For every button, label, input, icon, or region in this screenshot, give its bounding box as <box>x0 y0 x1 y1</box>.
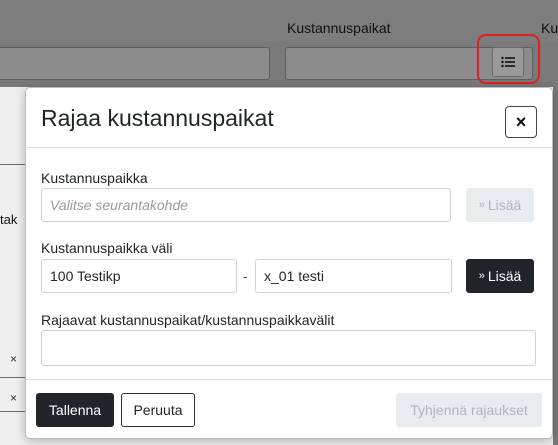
column-header-cost-centers: Kustannuspaikat <box>287 20 391 36</box>
add-cost-center-button[interactable]: » Lisää <box>466 188 534 222</box>
save-button[interactable]: Tallenna <box>36 393 114 427</box>
background-strip <box>553 87 558 445</box>
chevron-double-down-icon: » <box>478 269 485 282</box>
cost-center-range-label: Kustannuspaikka väli <box>41 240 173 256</box>
add-button-label: Lisää <box>487 268 522 284</box>
cost-center-label: Kustannuspaikka <box>41 170 148 186</box>
cost-center-input[interactable] <box>41 188 451 222</box>
divider <box>0 164 27 165</box>
table-header-row <box>0 0 558 42</box>
clear-filters-label: Tyhjennä rajaukset <box>410 402 528 418</box>
divider <box>0 377 27 378</box>
close-icon: × <box>515 111 527 132</box>
filter-cost-centers-modal: Rajaa kustannuspaikat × Kustannuspaikka … <box>25 87 553 439</box>
remove-icon[interactable]: × <box>10 352 17 366</box>
close-button[interactable]: × <box>505 106 537 138</box>
modal-title: Rajaa kustannuspaikat <box>41 105 274 131</box>
selected-cost-centers-field[interactable] <box>41 330 536 366</box>
selected-cost-centers-label: Rajaavat kustannuspaikat/kustannuspaikka… <box>41 312 335 328</box>
add-button-label: Lisää <box>487 197 522 213</box>
chevron-double-down-icon: » <box>478 198 485 211</box>
range-from-input[interactable] <box>41 259 237 293</box>
filter-input-left[interactable] <box>0 47 270 80</box>
cancel-button[interactable]: Peruuta <box>121 393 195 427</box>
highlight-box <box>477 34 540 84</box>
save-button-label: Tallenna <box>48 402 102 418</box>
modal-footer: Tallenna Peruuta Tyhjennä rajaukset <box>26 379 552 440</box>
range-to-input[interactable] <box>255 259 452 293</box>
divider <box>0 411 27 412</box>
column-header-cut: Ku <box>541 20 558 36</box>
range-separator: - <box>243 268 248 284</box>
cancel-button-label: Peruuta <box>133 402 183 418</box>
background-side-text: tak <box>0 212 18 227</box>
modal-header: Rajaa kustannuspaikat × <box>26 88 552 148</box>
clear-filters-button[interactable]: Tyhjennä rajaukset <box>396 393 542 427</box>
add-range-button[interactable]: » Lisää <box>466 259 534 293</box>
remove-icon[interactable]: × <box>10 391 17 405</box>
